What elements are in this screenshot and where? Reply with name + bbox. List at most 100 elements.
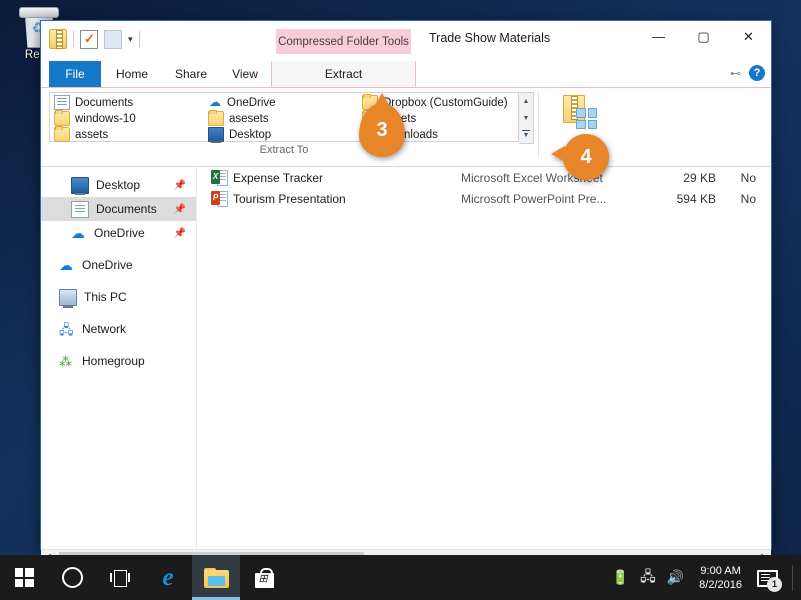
sidebar-item-onedrive-quick[interactable]: ☁ OneDrive 📌 (41, 221, 196, 245)
gallery-scroll-down-button[interactable]: ▼ (519, 110, 533, 127)
cortana-circle-icon (61, 567, 83, 588)
maximize-button[interactable]: ▢ (681, 21, 726, 52)
window-content: Desktop 📌 Documents 📌 ☁ OneDrive 📌 ☁ One… (41, 167, 771, 549)
action-center-button[interactable]: 1 (757, 567, 782, 592)
minimize-button[interactable]: — (636, 21, 681, 52)
this-pc-icon (59, 288, 77, 308)
chevron-down-icon[interactable]: ▾ (128, 34, 133, 45)
clock[interactable]: 9:00 AM 8/2/2016 (695, 564, 746, 592)
documents-icon (71, 200, 89, 218)
tab-file[interactable]: File (49, 61, 101, 87)
notification-count-badge: 1 (767, 576, 782, 592)
sidebar-item-desktop[interactable]: Desktop 📌 (41, 173, 196, 197)
properties-icon[interactable] (80, 29, 98, 49)
ribbon-group-divider (538, 92, 539, 158)
table-row[interactable]: X Expense Tracker Microsoft Excel Worksh… (197, 167, 771, 188)
new-folder-icon[interactable] (104, 29, 122, 49)
onedrive-cloud-icon: ☁ (71, 224, 85, 241)
sidebar-item-documents[interactable]: Documents 📌 (41, 197, 196, 221)
gallery-more-caret: ▼ (522, 132, 530, 140)
gallery-item-label: OneDrive (227, 96, 276, 109)
help-button[interactable]: ? (749, 65, 765, 81)
gallery-scrollbar[interactable]: ▲ ▼ ▼ (519, 92, 534, 144)
pin-icon[interactable]: 📌 (174, 204, 186, 215)
windows-logo-icon (14, 568, 34, 587)
folder-icon (54, 126, 70, 142)
gallery-scroll-up-button[interactable]: ▲ (519, 93, 533, 110)
homegroup-icon: ⁂ (59, 353, 72, 369)
file-size: 29 KB (683, 170, 716, 185)
sidebar-item-homegroup[interactable]: ⁂ Homegroup (41, 349, 196, 373)
file-type: Microsoft Excel Worksheet (461, 170, 603, 185)
sidebar-item-label: Network (82, 322, 127, 336)
gallery-item-documents[interactable]: Documents (52, 95, 206, 110)
system-tray: 🔋 🖧 🔊 9:00 AM 8/2/2016 1 (612, 564, 801, 592)
gallery-item-label: Documents (75, 96, 134, 109)
sidebar-item-label: OneDrive (94, 226, 145, 240)
gallery-item-desktop[interactable]: Desktop (206, 127, 360, 143)
extract-to-gallery[interactable]: Documents ☁ OneDrive Dropbox (CustomGuid… (49, 92, 519, 143)
sidebar-item-label: Desktop (96, 178, 141, 192)
folder-icon (208, 110, 224, 126)
ribbon-tab-right-controls: ⊷ ? (730, 65, 765, 81)
tab-extract[interactable]: Extract (271, 61, 416, 87)
desktop: ♻ Recy ▾ Compressed Folder Tools Trade S… (0, 0, 801, 600)
file-name: Expense Tracker (233, 170, 324, 185)
cortana-button[interactable] (48, 555, 96, 600)
file-name: Tourism Presentation (233, 191, 346, 206)
sidebar-item-label: Documents (96, 202, 157, 216)
sidebar-item-onedrive[interactable]: ☁ OneDrive (41, 253, 196, 277)
table-row[interactable]: P Tourism Presentation Microsoft PowerPo… (197, 188, 771, 209)
quick-access-toolbar: ▾ (49, 27, 140, 51)
window-title: Trade Show Materials (429, 31, 551, 45)
extract-to-group-label: Extract To (259, 144, 309, 156)
gallery-more-button[interactable]: ▼ (519, 126, 533, 143)
onedrive-cloud-icon: ☁ (59, 256, 73, 273)
store-button[interactable] (240, 555, 288, 600)
store-icon (254, 567, 274, 588)
powerpoint-file-icon: P (211, 190, 228, 207)
gallery-item-assets-2[interactable]: assets (52, 126, 206, 142)
folder-icon (54, 110, 70, 126)
gallery-item-label: Dropbox (CustomGuide) (383, 96, 508, 109)
title-bar: ▾ Compressed Folder Tools Trade Show Mat… (41, 21, 771, 61)
gallery-item-onedrive[interactable]: ☁ OneDrive (206, 95, 360, 110)
sidebar-item-network[interactable]: 🖧 Network (41, 317, 196, 341)
pin-icon[interactable]: 📌 (174, 228, 186, 239)
tab-share[interactable]: Share (163, 61, 219, 87)
taskbar: e 🔋 🖧 🔊 9:00 AM 8/2/2016 1 (0, 555, 801, 600)
gallery-item-label: assets (75, 128, 109, 141)
gallery-item-windows-10[interactable]: windows-10 (52, 110, 206, 126)
file-explorer-button[interactable] (192, 555, 240, 600)
sidebar-item-label: OneDrive (82, 258, 133, 272)
desktop-icon (208, 127, 224, 143)
close-button[interactable]: ✕ (726, 21, 771, 52)
show-desktop-button[interactable] (792, 564, 793, 591)
ribbon-tabs: File Home Share View Extract ⊷ ? (41, 61, 771, 88)
file-name-cell: X Expense Tracker (211, 169, 461, 186)
sidebar-item-label: Homegroup (82, 354, 145, 368)
task-view-button[interactable] (96, 555, 144, 600)
qat-divider-2 (138, 31, 140, 47)
volume-icon[interactable]: 🔊 (667, 569, 684, 586)
tab-view[interactable]: View (219, 61, 271, 87)
file-explorer-window: ▾ Compressed Folder Tools Trade Show Mat… (40, 20, 772, 596)
battery-icon[interactable]: 🔋 (612, 569, 629, 586)
edge-button[interactable]: e (144, 555, 192, 600)
clock-time: 9:00 AM (700, 564, 741, 577)
contextual-tab-header: Compressed Folder Tools (276, 29, 411, 54)
tab-home[interactable]: Home (101, 61, 163, 87)
zip-folder-icon[interactable] (49, 29, 67, 49)
navigation-pane: Desktop 📌 Documents 📌 ☁ OneDrive 📌 ☁ One… (41, 167, 197, 549)
ribbon-pin-icon[interactable]: ⊷ (730, 67, 741, 80)
task-view-icon (110, 570, 130, 587)
gallery-item-asesets[interactable]: asesets (206, 110, 360, 126)
start-button[interactable] (0, 555, 48, 600)
network-tray-icon[interactable]: 🖧 (640, 566, 656, 590)
pin-icon[interactable]: 📌 (174, 180, 186, 191)
extract-all-icon (561, 95, 597, 131)
sidebar-item-this-pc[interactable]: This PC (41, 285, 196, 309)
desktop-icon (71, 176, 89, 195)
clock-date: 8/2/2016 (699, 578, 742, 591)
file-list[interactable]: X Expense Tracker Microsoft Excel Worksh… (197, 167, 771, 549)
